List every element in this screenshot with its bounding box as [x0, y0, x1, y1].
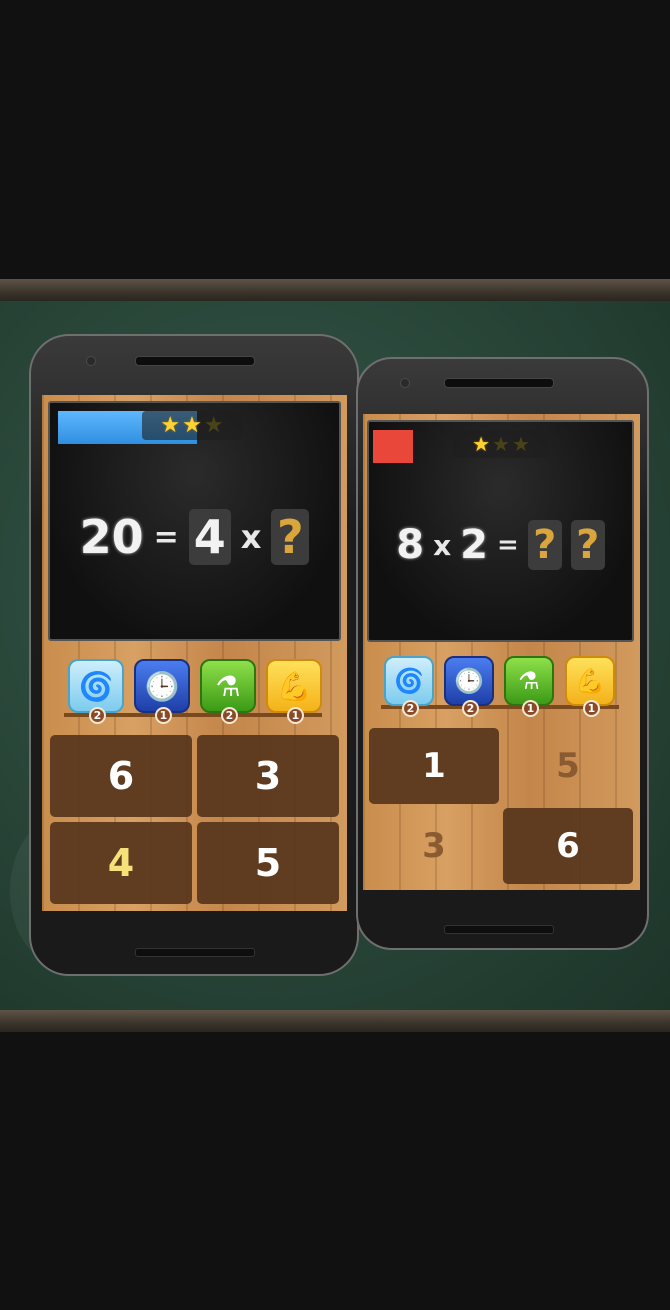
earpiece — [444, 378, 554, 388]
time-powerup-button[interactable]: 🕒 1 — [134, 659, 190, 724]
equation: 8 x 2 = ? ? — [369, 518, 632, 572]
unknown-box: ? — [527, 520, 562, 570]
swirl-icon: 🌀 — [78, 669, 114, 703]
clock-icon: 🕒 — [454, 667, 484, 695]
multiply-sign: x — [433, 528, 452, 562]
answer-button[interactable]: 5 — [503, 728, 633, 804]
powerup-count-badge: 1 — [583, 700, 600, 717]
freeze-powerup-button[interactable]: 🌀 2 — [384, 656, 434, 717]
clock-icon: 🕒 — [144, 669, 180, 703]
equation: 20 = 4 x ? — [50, 507, 339, 567]
potion-powerup-button[interactable]: ⚗ 2 — [200, 659, 256, 724]
powerup-count-badge: 1 — [287, 707, 304, 724]
star-icon: ★ — [492, 432, 510, 456]
strength-powerup-button[interactable]: 💪 1 — [266, 659, 322, 724]
answer-button[interactable]: 5 — [197, 822, 339, 904]
chalkboard-frame-top — [0, 279, 670, 301]
answer-button[interactable]: 6 — [503, 808, 633, 884]
muscle-icon: 💪 — [575, 667, 605, 695]
unknown-value: ? — [277, 510, 304, 564]
swirl-icon: 🌀 — [394, 667, 424, 695]
star-icon: ★ — [160, 412, 181, 438]
game-screen: ★ ★ ★ 20 = 4 x ? 🌀 2 🕒 1 ⚗ 2 💪 1 6 3 4 5 — [42, 395, 347, 911]
powerup-count-badge: 2 — [402, 700, 419, 717]
star-icon: ★ — [511, 432, 530, 456]
bottom-speaker — [444, 925, 554, 934]
powerup-count-badge: 1 — [522, 700, 539, 717]
equation-result: 20 — [79, 510, 144, 564]
factor-value: 4 — [193, 510, 226, 564]
question-board: ★ ★ ★ 8 x 2 = ? ? — [367, 420, 634, 642]
bottom-speaker — [135, 948, 255, 957]
star-icon: ★ — [203, 412, 224, 438]
unknown-box: ? — [271, 509, 310, 565]
potion-powerup-button[interactable]: ⚗ 1 — [504, 656, 554, 717]
time-expired-indicator — [373, 430, 413, 463]
answer-button[interactable]: 3 — [197, 735, 339, 817]
star-icon: ★ — [182, 412, 202, 438]
strength-powerup-button[interactable]: 💪 1 — [565, 656, 615, 717]
potion-icon: ⚗ — [518, 667, 540, 695]
multiply-sign: x — [240, 518, 262, 556]
powerup-count-badge: 1 — [155, 707, 172, 724]
answer-button[interactable]: 4 — [50, 822, 192, 904]
answer-button[interactable]: 1 — [369, 728, 499, 804]
muscle-icon: 💪 — [276, 669, 312, 703]
powerup-count-badge: 2 — [462, 700, 479, 717]
answer-button[interactable]: 3 — [369, 808, 499, 884]
powerup-count-badge: 2 — [89, 707, 106, 724]
powerup-count-badge: 2 — [221, 707, 238, 724]
phone-left: ★ ★ ★ 20 = 4 x ? 🌀 2 🕒 1 ⚗ 2 💪 1 6 3 4 5 — [29, 334, 359, 976]
star-icon: ★ — [472, 432, 491, 456]
star-rating: ★ ★ ★ — [142, 411, 242, 440]
equation-operand-b: 2 — [460, 522, 488, 568]
game-screen: ★ ★ ★ 8 x 2 = ? ? 🌀 2 🕒 2 ⚗ 1 💪 1 1 5 3 … — [363, 414, 640, 890]
potion-icon: ⚗ — [215, 669, 241, 703]
earpiece — [135, 356, 255, 366]
camera-icon — [400, 378, 410, 388]
question-board: ★ ★ ★ 20 = 4 x ? — [48, 401, 341, 641]
freeze-powerup-button[interactable]: 🌀 2 — [68, 659, 124, 724]
chalkboard-frame-bottom — [0, 1010, 670, 1032]
star-rating: ★ ★ ★ — [453, 430, 549, 458]
equals-sign: = — [496, 530, 519, 560]
unknown-value: ? — [576, 522, 600, 568]
equation-factor: 4 — [188, 509, 231, 565]
equation-operand-a: 8 — [396, 522, 425, 568]
unknown-value: ? — [533, 522, 557, 568]
camera-icon — [86, 356, 96, 366]
equals-sign: = — [153, 519, 179, 555]
phone-right: ★ ★ ★ 8 x 2 = ? ? 🌀 2 🕒 2 ⚗ 1 💪 1 1 5 3 … — [356, 357, 649, 950]
answer-button[interactable]: 6 — [50, 735, 192, 817]
unknown-box: ? — [570, 520, 605, 570]
time-powerup-button[interactable]: 🕒 2 — [444, 656, 494, 717]
